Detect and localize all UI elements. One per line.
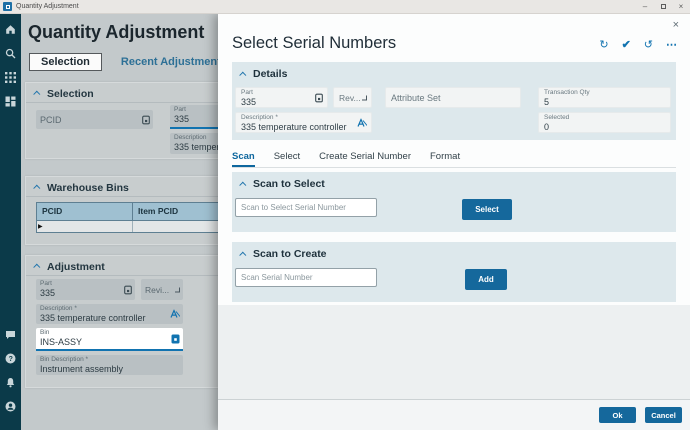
svg-text:?: ?: [9, 356, 13, 363]
dialog-tabs: Scan Select Create Serial Number Format: [232, 151, 676, 168]
transaction-qty-field[interactable]: Transaction Qty 5: [538, 87, 671, 108]
tab-scan[interactable]: Scan: [232, 151, 255, 167]
app-window: Quantity Adjustment – ×: [0, 0, 690, 430]
scan-to-create-header[interactable]: Scan to Create: [232, 242, 676, 260]
dialog-empty-area: [218, 305, 690, 399]
window-controls: – ×: [636, 0, 690, 13]
close-window-icon[interactable]: ×: [672, 0, 690, 13]
chevron-down-icon: [362, 95, 367, 100]
page-title: Quantity Adjustment: [28, 22, 204, 43]
notifications-bell-icon[interactable]: [5, 376, 17, 388]
part-field-adjustment[interactable]: Part 335: [36, 279, 135, 300]
overflow-menu-icon[interactable]: ⋯: [666, 40, 677, 51]
dialog-toolbar: ↻ ✔ ↺ ⋯: [599, 40, 677, 51]
lookup-icon[interactable]: [124, 285, 132, 294]
tab-format[interactable]: Format: [430, 151, 460, 167]
translate-icon[interactable]: [170, 310, 180, 319]
scan-to-create-section: Scan to Create Add: [232, 242, 676, 302]
attribute-set-field[interactable]: Attribute Set: [385, 87, 521, 108]
select-button[interactable]: Select: [462, 199, 512, 220]
scan-to-select-section: Scan to Select Select: [232, 172, 676, 232]
dialog-footer: Ok Cancel: [218, 399, 690, 430]
details-section-header[interactable]: Details: [232, 62, 676, 80]
bin-description-field[interactable]: Bin Description * Instrument assembly: [36, 355, 183, 375]
cancel-button[interactable]: Cancel: [645, 407, 682, 423]
column-header-pcid[interactable]: PCID: [37, 203, 133, 220]
collapse-chevron-icon[interactable]: [33, 185, 40, 192]
dialog-title: Select Serial Numbers: [232, 34, 396, 53]
select-serial-numbers-dialog: × Select Serial Numbers ↻ ✔ ↺ ⋯ Details …: [218, 14, 690, 430]
selected-field[interactable]: Selected 0: [538, 112, 671, 133]
tab-recent-adjustments[interactable]: Recent Adjustments: [121, 56, 227, 68]
refresh-icon[interactable]: ↻: [599, 40, 608, 51]
tab-create-serial-number[interactable]: Create Serial Number: [319, 151, 411, 167]
chat-icon[interactable]: [5, 328, 17, 340]
title-bar: Quantity Adjustment – ×: [0, 0, 690, 14]
collapse-chevron-icon[interactable]: [33, 91, 40, 98]
apply-check-icon[interactable]: ✔: [622, 40, 631, 51]
pcid-field[interactable]: PCID: [36, 110, 153, 129]
lookup-icon[interactable]: [142, 115, 150, 124]
account-icon[interactable]: [5, 400, 17, 412]
collapse-chevron-icon[interactable]: [239, 71, 246, 78]
lookup-icon[interactable]: [315, 93, 323, 102]
bin-field[interactable]: Bin INS-ASSY: [36, 328, 183, 351]
revision-dropdown-details[interactable]: Rev...: [333, 87, 372, 108]
collapse-chevron-icon[interactable]: [239, 181, 246, 188]
page-tabs: Selection Recent Adjustments: [29, 53, 227, 71]
menu-tiles-icon[interactable]: [5, 95, 17, 107]
collapse-chevron-icon[interactable]: [239, 251, 246, 258]
app-icon: [3, 2, 12, 11]
minimize-icon[interactable]: –: [636, 0, 654, 13]
maximize-icon[interactable]: [654, 0, 672, 13]
row-selector-icon: ▶: [38, 223, 43, 231]
description-field-adjustment[interactable]: Description * 335 temperature controller: [36, 304, 183, 324]
tab-select[interactable]: Select: [274, 151, 300, 167]
scan-to-select-header[interactable]: Scan to Select: [232, 172, 676, 190]
scan-to-create-input[interactable]: [235, 268, 377, 287]
app-sidebar: ?: [0, 14, 21, 430]
scan-icon[interactable]: [171, 334, 180, 344]
chevron-down-icon: [175, 287, 180, 292]
tab-selection[interactable]: Selection: [29, 53, 102, 71]
collapse-chevron-icon[interactable]: [33, 264, 40, 271]
window-title: Quantity Adjustment: [16, 3, 79, 10]
description-field-details[interactable]: Description * 335 temperature controller: [235, 112, 372, 133]
scan-to-select-input[interactable]: [235, 198, 377, 217]
close-dialog-icon[interactable]: ×: [673, 19, 679, 31]
add-button[interactable]: Add: [465, 269, 507, 290]
ok-button[interactable]: Ok: [599, 407, 636, 423]
details-section: Details Part 335 Rev... Attribute Set Tr…: [232, 62, 676, 140]
undo-icon[interactable]: ↺: [644, 40, 653, 51]
revision-dropdown-adjustment[interactable]: Revi...: [141, 279, 183, 300]
part-field-details[interactable]: Part 335: [235, 87, 328, 108]
apps-grid-icon[interactable]: [5, 71, 17, 83]
home-icon[interactable]: [5, 23, 17, 35]
search-icon[interactable]: [5, 47, 17, 59]
translate-icon[interactable]: [357, 118, 367, 127]
help-icon[interactable]: ?: [5, 352, 17, 364]
